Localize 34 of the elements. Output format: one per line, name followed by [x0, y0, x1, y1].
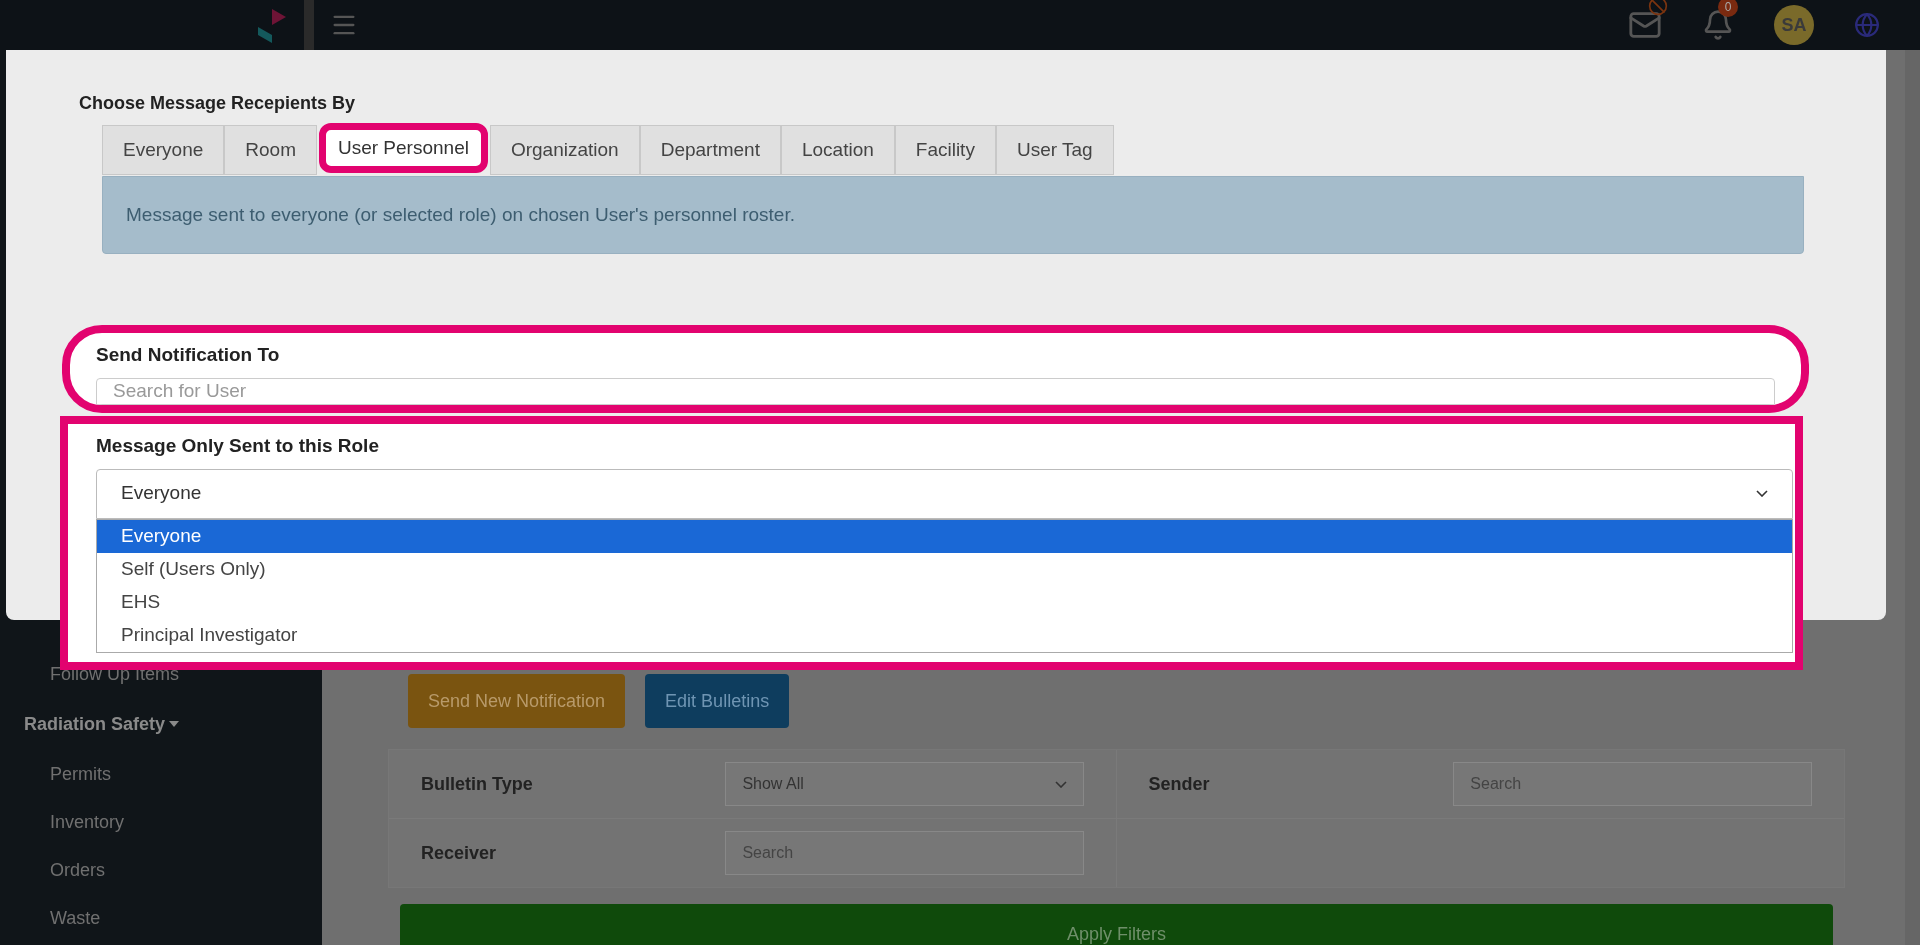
globe-icon[interactable]	[1854, 12, 1880, 38]
ban-icon	[1648, 0, 1668, 16]
dropdown-option[interactable]: Self (Users Only)	[97, 552, 1792, 586]
notification-badge: 0	[1718, 0, 1738, 17]
sidebar-item[interactable]: Permits	[0, 750, 322, 798]
bell-icon[interactable]	[1702, 9, 1734, 41]
info-banner: Message sent to everyone (or selected role) on chosen User's personnel roster.	[102, 176, 1804, 254]
recipient-tab[interactable]: Department	[639, 125, 781, 175]
sidebar-item[interactable]: Orders	[0, 846, 322, 894]
filter-label: Sender	[1148, 773, 1211, 796]
chevron-icon	[1054, 780, 1067, 788]
caret-icon	[169, 721, 180, 727]
recipient-tab[interactable]: Facility	[894, 125, 996, 175]
recipient-tab[interactable]: User Personnel	[318, 123, 488, 173]
modal-title: Choose Message Recepients By	[79, 92, 357, 115]
chevron-icon	[1756, 490, 1768, 497]
recipient-tab[interactable]: Room	[224, 125, 317, 175]
dropdown-option[interactable]: EHS	[97, 585, 1792, 619]
filter-label: Bulletin Type	[421, 773, 534, 796]
dropdown-option[interactable]: Principal Investigator	[97, 618, 1792, 652]
action-button[interactable]: Edit Bulletins	[645, 674, 790, 728]
sidebar-item[interactable]: Waste	[0, 894, 322, 942]
sidebar-section[interactable]: Radiation Safety	[0, 698, 322, 750]
filter-label: Receiver	[421, 842, 498, 865]
field-label: Message Only Sent to this Role	[96, 434, 380, 458]
recipient-tab[interactable]: Everyone	[102, 125, 225, 175]
role-select[interactable]: Everyone	[96, 468, 1793, 519]
recipient-tab[interactable]: Location	[780, 125, 895, 175]
dropdown-option[interactable]: Everyone	[97, 519, 1792, 553]
recipient-tab[interactable]: User Tag	[995, 125, 1114, 175]
recipient-tab[interactable]: Organization	[489, 125, 640, 175]
sidebar-item[interactable]: Inventory	[0, 798, 322, 846]
field-label: Send Notification To	[96, 343, 281, 367]
user-search-field[interactable]: Search for User	[96, 377, 1775, 405]
